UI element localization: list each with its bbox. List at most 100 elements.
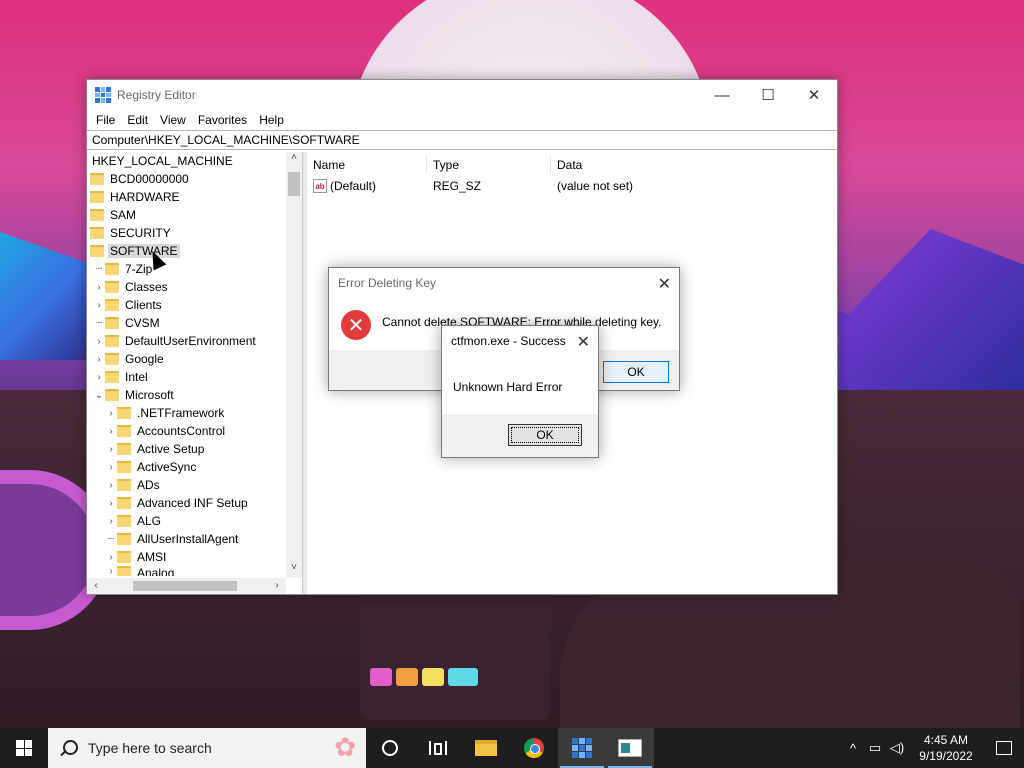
chrome-button[interactable]: [510, 728, 558, 768]
tree-item-label: Intel: [125, 370, 148, 384]
tree-item-label: CVSM: [125, 316, 160, 330]
tree-item[interactable]: › Active Setup: [105, 440, 206, 458]
cortana-icon: [382, 740, 398, 756]
chevron-right-icon[interactable]: ›: [105, 426, 117, 437]
close-icon[interactable]: ✕: [577, 332, 590, 352]
value-type: REG_SZ: [433, 179, 482, 193]
chevron-right-icon[interactable]: ›: [93, 372, 105, 383]
tree-item[interactable]: › Advanced INF Setup: [105, 494, 250, 512]
tree-item[interactable]: › ActiveSync: [105, 458, 198, 476]
tree-item[interactable]: BCD00000000: [90, 170, 191, 188]
network-icon[interactable]: ▭: [864, 740, 886, 756]
folder-icon: [117, 407, 131, 419]
folder-icon: [117, 425, 131, 437]
chevron-down-icon[interactable]: ⌄: [93, 390, 105, 401]
chevron-right-icon[interactable]: ›: [93, 282, 105, 293]
minimize-button[interactable]: —: [699, 80, 745, 110]
ctfmon-success-dialog[interactable]: ctfmon.exe - Success ✕ Unknown Hard Erro…: [441, 325, 599, 458]
menu-view[interactable]: View: [154, 113, 192, 127]
error-icon: ✕: [341, 310, 371, 340]
tree-vertical-scrollbar[interactable]: ˄ ˅: [286, 152, 302, 578]
tree-horizontal-scrollbar[interactable]: ‹ ›: [87, 578, 286, 594]
tree-item[interactable]: SECURITY: [90, 224, 173, 242]
column-header-type[interactable]: Type: [427, 156, 551, 174]
ok-button[interactable]: OK: [508, 424, 582, 446]
tree-item-software[interactable]: SOFTWARE: [90, 242, 180, 260]
tree-item[interactable]: ┈ AllUserInstallAgent: [105, 530, 240, 548]
registry-editor-taskbar-button[interactable]: [558, 728, 606, 768]
chevron-right-icon[interactable]: ›: [105, 480, 117, 491]
key-tree[interactable]: HKEY_LOCAL_MACHINE BCD00000000 HARDWARE …: [87, 152, 303, 594]
close-icon[interactable]: ✕: [658, 274, 671, 294]
notification-center-button[interactable]: [984, 741, 1024, 755]
tree-item[interactable]: › ADs: [105, 476, 162, 494]
clock[interactable]: 4:45 AM 9/19/2022: [908, 732, 984, 764]
value-data: (value not set): [557, 179, 634, 193]
search-highlight-flower-icon[interactable]: ✿: [334, 732, 356, 763]
ok-button[interactable]: OK: [603, 361, 669, 383]
folder-icon: [90, 227, 104, 239]
tree-item-microsoft[interactable]: ⌄ Microsoft: [93, 386, 176, 404]
tree-item[interactable]: ┈ CVSM: [93, 314, 162, 332]
address-bar[interactable]: Computer\HKEY_LOCAL_MACHINE\SOFTWARE: [87, 130, 837, 150]
notification-icon: [996, 741, 1012, 755]
tree-item[interactable]: › Classes: [93, 278, 170, 296]
file-explorer-button[interactable]: [462, 728, 510, 768]
chevron-right-icon[interactable]: ›: [105, 462, 117, 473]
chevron-right-icon[interactable]: ›: [105, 566, 117, 576]
folder-icon: [105, 335, 119, 347]
tree-item-label: Advanced INF Setup: [137, 496, 248, 510]
close-button[interactable]: ✕: [791, 80, 837, 110]
tree-item[interactable]: › DefaultUserEnvironment: [93, 332, 258, 350]
tree-item[interactable]: › .NETFramework: [105, 404, 226, 422]
folder-icon: [90, 209, 104, 221]
cortana-button[interactable]: [366, 728, 414, 768]
chevron-right-icon[interactable]: ›: [105, 552, 117, 563]
column-header-name[interactable]: Name: [307, 156, 427, 174]
scroll-up-icon[interactable]: ˄: [286, 152, 302, 168]
chevron-right-icon[interactable]: ›: [93, 336, 105, 347]
tray-chevron-up-icon[interactable]: ^: [842, 741, 864, 756]
chevron-right-icon[interactable]: ›: [93, 354, 105, 365]
search-box[interactable]: Type here to search ✿: [48, 728, 366, 768]
tree-item-root[interactable]: HKEY_LOCAL_MACHINE: [90, 152, 235, 170]
chevron-right-icon[interactable]: ›: [93, 300, 105, 311]
tree-item[interactable]: › AccountsControl: [105, 422, 227, 440]
scroll-thumb[interactable]: [288, 172, 300, 196]
tree-item[interactable]: › AMSI: [105, 548, 168, 566]
start-button[interactable]: [0, 728, 48, 768]
scroll-right-icon[interactable]: ›: [270, 578, 284, 594]
value-name: (Default): [330, 179, 377, 193]
tree-item[interactable]: HARDWARE: [90, 188, 182, 206]
menu-edit[interactable]: Edit: [121, 113, 154, 127]
tree-item[interactable]: SAM: [90, 206, 138, 224]
chevron-right-icon[interactable]: ›: [105, 444, 117, 455]
scroll-left-icon[interactable]: ‹: [89, 578, 103, 594]
tree-item[interactable]: › Intel: [93, 368, 150, 386]
tree-item[interactable]: › Clients: [93, 296, 164, 314]
task-view-button[interactable]: [414, 728, 462, 768]
dialog-title: ctfmon.exe - Success: [451, 334, 566, 348]
ctfmon-taskbar-button[interactable]: [606, 728, 654, 768]
chevron-right-icon[interactable]: ›: [105, 516, 117, 527]
maximize-button[interactable]: ☐: [745, 80, 791, 110]
chevron-right-icon[interactable]: ›: [105, 498, 117, 509]
tree-item[interactable]: › ALG: [105, 512, 163, 530]
chevron-right-icon[interactable]: ›: [105, 408, 117, 419]
menu-file[interactable]: File: [90, 113, 121, 127]
scroll-down-icon[interactable]: ˅: [286, 562, 302, 578]
tree-item-label: ALG: [137, 514, 162, 528]
title-bar[interactable]: Registry Editor — ☐ ✕: [87, 80, 837, 110]
tree-item[interactable]: › Analog: [105, 566, 176, 576]
chrome-icon: [524, 738, 544, 758]
volume-icon[interactable]: ◁): [886, 740, 908, 756]
menu-help[interactable]: Help: [253, 113, 290, 127]
scroll-thumb[interactable]: [133, 581, 237, 591]
value-row[interactable]: ab (Default): [313, 176, 376, 196]
tree-item-label: ActiveSync: [137, 460, 197, 474]
column-header-data[interactable]: Data: [551, 156, 691, 174]
clock-date: 9/19/2022: [919, 749, 973, 763]
tree-item[interactable]: ┈ 7-Zip: [93, 260, 154, 278]
tree-item[interactable]: › Google: [93, 350, 166, 368]
menu-favorites[interactable]: Favorites: [192, 113, 253, 127]
